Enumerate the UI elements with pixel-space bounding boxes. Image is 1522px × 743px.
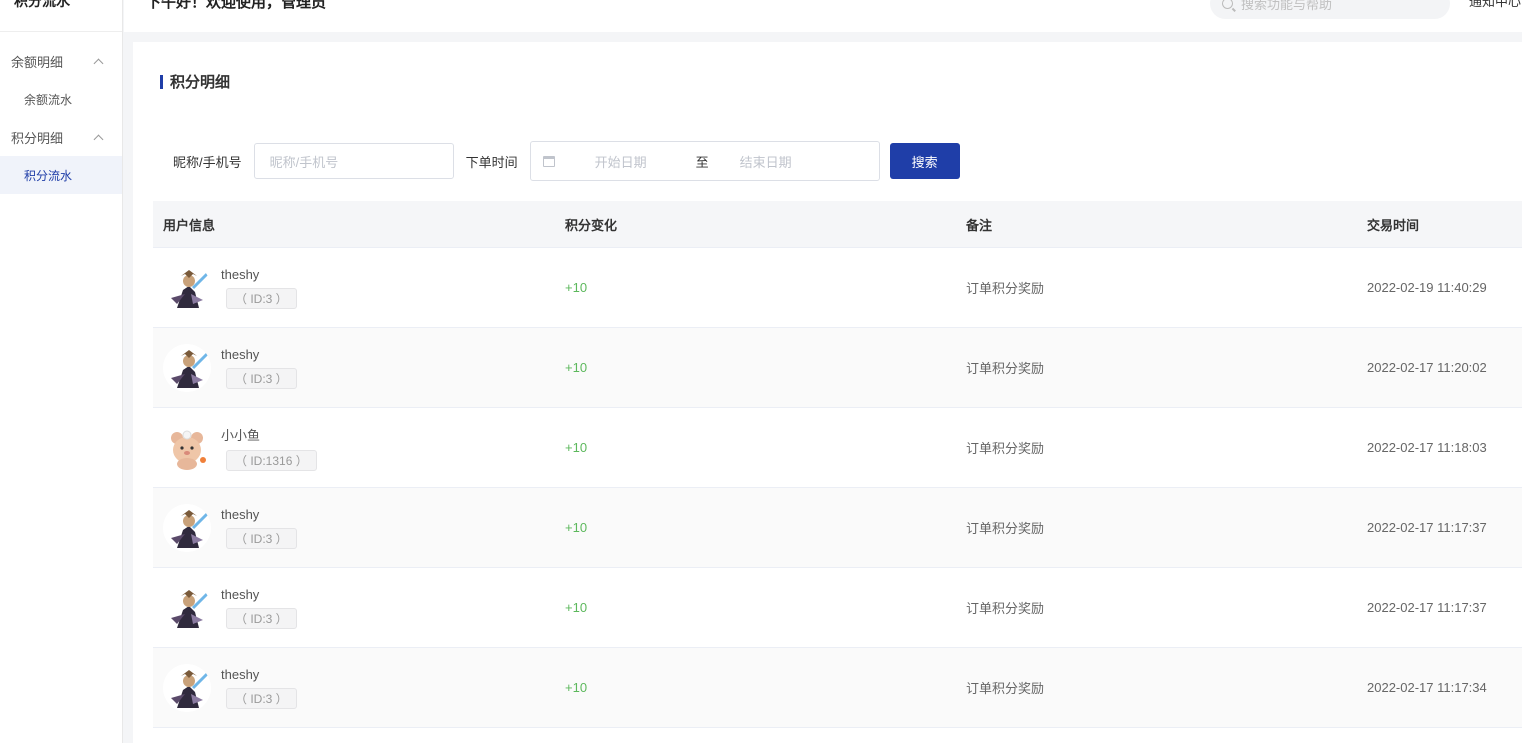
user-name: theshy: [221, 506, 260, 522]
sidebar-group-label: 余额明细: [11, 54, 64, 70]
points-change: +10: [565, 520, 588, 535]
range-separator: 至: [695, 154, 709, 170]
points-change: +10: [565, 600, 588, 615]
points-table: 用户信息 积分变化 备注 交易时间 theshy （ ID:3 ） +10 订单积分奖…: [153, 201, 1522, 728]
user-info: theshy （ ID:3 ）: [221, 587, 297, 629]
remark: 订单积分奖励: [966, 441, 1045, 456]
table-row: theshy （ ID:3 ） +10 订单积分奖励 2022-02-17 11:17:…: [153, 568, 1522, 648]
avatar: [163, 263, 211, 312]
chevron-up-icon: [93, 58, 104, 68]
transaction-time: 2022-02-17 11:20:02: [1367, 360, 1487, 375]
points-change: +10: [565, 360, 588, 375]
user-name: theshy: [221, 666, 260, 682]
col-header-remark: 备注: [966, 217, 993, 233]
remark: 订单积分奖励: [966, 681, 1045, 696]
start-date-input[interactable]: 开始日期: [595, 152, 675, 171]
global-search-input[interactable]: 搜索功能与帮助: [1210, 0, 1450, 19]
remark: 订单积分奖励: [966, 281, 1045, 296]
filter-bar: 昵称/手机号 昵称/手机号 下单时间 开始日期 至 结束日期 搜索: [173, 141, 960, 181]
sidebar: 积分流水 余额明细 余额流水 积分明细 积分流水: [0, 0, 123, 743]
avatar: [163, 503, 211, 552]
transaction-time: 2022-02-17 11:17:34: [1367, 680, 1487, 695]
table-row: 小小鱼 （ ID:1316 ） +10 订单积分奖励 2022-02-17 11:18:…: [153, 408, 1522, 488]
transaction-time: 2022-02-17 11:17:37: [1367, 520, 1487, 535]
user-name: theshy: [221, 266, 260, 282]
remark: 订单积分奖励: [966, 361, 1045, 376]
chevron-up-icon: [93, 134, 104, 144]
user-info: theshy （ ID:3 ）: [221, 347, 297, 389]
user-cell: 小小鱼 （ ID:1316 ）: [153, 423, 555, 472]
sidebar-group-label: 积分明细: [11, 130, 64, 146]
search-icon: [1222, 0, 1233, 9]
user-id-badge: （ ID:3 ）: [226, 687, 297, 709]
user-info: 小小鱼 （ ID:1316 ）: [221, 425, 317, 471]
remark: 订单积分奖励: [966, 601, 1045, 616]
main-card: 积分明细 昵称/手机号 昵称/手机号 下单时间 开始日期 至 结束日期 搜索 用…: [133, 42, 1522, 743]
sidebar-group-points[interactable]: 积分明细: [0, 118, 122, 156]
points-change: +10: [565, 680, 588, 695]
page-title: 积分明细: [160, 71, 230, 92]
user-cell: theshy （ ID:3 ）: [153, 263, 555, 312]
transaction-time: 2022-02-17 11:18:03: [1367, 440, 1487, 455]
table-row: theshy （ ID:3 ） +10 订单积分奖励 2022-02-17 11:20:…: [153, 328, 1522, 408]
table-row: theshy （ ID:3 ） +10 订单积分奖励 2022-02-19 11:40:…: [153, 248, 1522, 328]
calendar-icon: [542, 155, 555, 167]
notification-center-link[interactable]: 通知中心: [1469, 0, 1521, 10]
col-header-time: 交易时间: [1367, 217, 1420, 233]
date-range-picker[interactable]: 开始日期 至 结束日期: [529, 141, 880, 181]
user-id-badge: （ ID:1316 ）: [226, 449, 317, 471]
sidebar-item-points-flow[interactable]: 积分流水: [0, 156, 122, 194]
topbar: 下午好！欢迎使用，管理员 搜索功能与帮助 通知中心: [124, 0, 1522, 32]
avatar: [163, 583, 211, 632]
greeting: 下午好！欢迎使用，管理员: [146, 0, 327, 11]
user-id-badge: （ ID:3 ）: [226, 287, 297, 309]
search-placeholder: 搜索功能与帮助: [1241, 0, 1333, 12]
transaction-time: 2022-02-17 11:17:37: [1367, 600, 1487, 615]
user-cell: theshy （ ID:3 ）: [153, 503, 555, 552]
user-cell: theshy （ ID:3 ）: [153, 663, 555, 712]
user-id-badge: （ ID:3 ）: [226, 527, 297, 549]
time-label: 下单时间: [465, 154, 518, 170]
col-header-points: 积分变化: [565, 217, 618, 233]
user-cell: theshy （ ID:3 ）: [153, 583, 555, 632]
user-info: theshy （ ID:3 ）: [221, 507, 297, 549]
user-name: theshy: [221, 586, 260, 602]
end-date-input[interactable]: 结束日期: [740, 152, 792, 171]
transaction-time: 2022-02-19 11:40:29: [1367, 280, 1487, 295]
name-label: 昵称/手机号: [173, 154, 242, 170]
table-row: theshy （ ID:3 ） +10 订单积分奖励 2022-02-17 11:17:…: [153, 648, 1522, 728]
avatar: [163, 423, 211, 472]
table-body: theshy （ ID:3 ） +10 订单积分奖励 2022-02-19 11:40:…: [153, 248, 1522, 728]
table-header: 用户信息 积分变化 备注 交易时间: [153, 201, 1522, 248]
points-change: +10: [565, 440, 588, 455]
sidebar-title: 积分流水: [0, 0, 122, 32]
col-header-user: 用户信息: [163, 217, 216, 233]
user-info: theshy （ ID:3 ）: [221, 267, 297, 309]
title-accent-bar: [160, 74, 163, 89]
avatar: [163, 343, 211, 392]
user-id-badge: （ ID:3 ）: [226, 607, 297, 629]
user-id-badge: （ ID:3 ）: [226, 367, 297, 389]
user-name: 小小鱼: [221, 427, 261, 443]
user-info: theshy （ ID:3 ）: [221, 667, 297, 709]
sidebar-item-balance-flow[interactable]: 余额流水: [0, 80, 122, 118]
table-row: theshy （ ID:3 ） +10 订单积分奖励 2022-02-17 11:17:…: [153, 488, 1522, 568]
remark: 订单积分奖励: [966, 521, 1045, 536]
search-button[interactable]: 搜索: [889, 143, 960, 179]
user-cell: theshy （ ID:3 ）: [153, 343, 555, 392]
user-name: theshy: [221, 346, 260, 362]
sidebar-group-balance[interactable]: 余额明细: [0, 42, 122, 80]
name-phone-input[interactable]: 昵称/手机号: [253, 143, 454, 179]
points-change: +10: [565, 280, 588, 295]
avatar: [163, 663, 211, 712]
